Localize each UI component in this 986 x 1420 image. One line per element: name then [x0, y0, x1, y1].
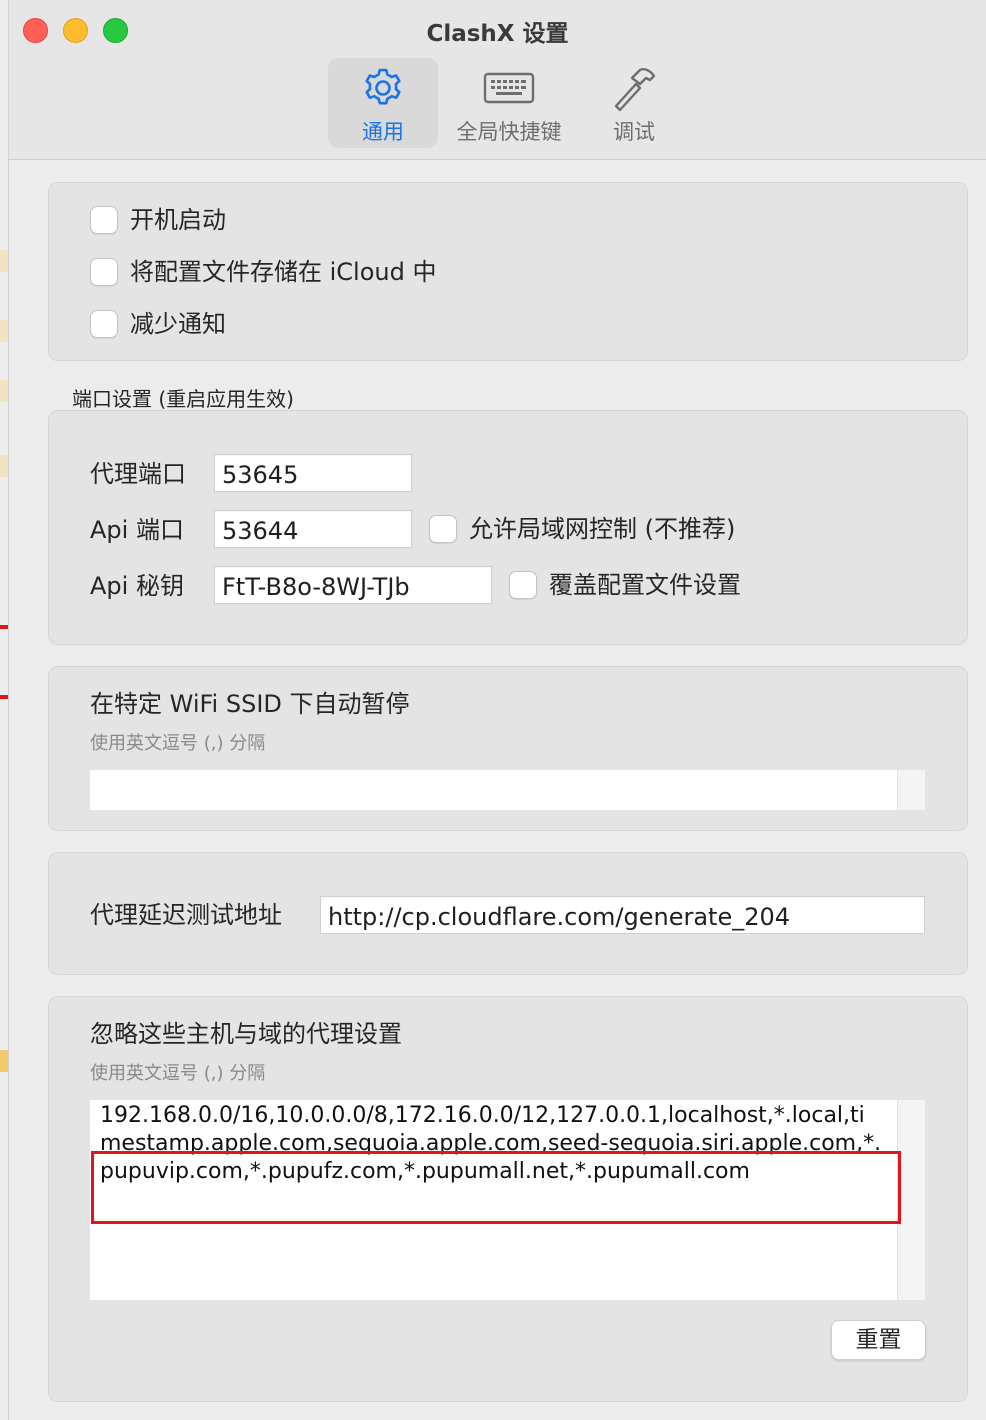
- tab-shortcuts[interactable]: 全局快捷键: [444, 58, 574, 148]
- api-port-input[interactable]: 53644: [214, 510, 412, 548]
- api-secret-label: Api 秘钥: [90, 572, 184, 600]
- bypass-hosts-hint: 使用英文逗号 (,) 分隔: [90, 1063, 266, 1084]
- background-fragment: [0, 625, 8, 629]
- background-fragment: [0, 695, 8, 699]
- override-config-label: 覆盖配置文件设置: [549, 571, 741, 599]
- port-settings-panel: 代理端口 53645 Api 端口 53644 允许局域网控制 (不推荐) Ap…: [48, 410, 968, 645]
- tab-shortcuts-label: 全局快捷键: [456, 120, 562, 144]
- general-options-panel: 开机启动 将配置文件存储在 iCloud 中 减少通知: [48, 182, 968, 361]
- reduce-notifications-checkbox[interactable]: [90, 310, 118, 338]
- allow-lan-label: 允许局域网控制 (不推荐): [469, 515, 736, 543]
- background-fragment: [0, 1050, 8, 1072]
- gear-icon: [361, 66, 405, 110]
- latency-test-panel: 代理延迟测试地址 http://cp.cloudflare.com/genera…: [48, 852, 968, 975]
- reset-button[interactable]: 重置: [831, 1320, 926, 1360]
- reduce-notifications-label: 减少通知: [130, 310, 226, 338]
- proxy-port-label: 代理端口: [90, 460, 186, 488]
- toolbar: ClashX 设置 通用 全局快捷键 调试: [9, 0, 986, 160]
- store-in-icloud-label: 将配置文件存储在 iCloud 中: [130, 258, 437, 286]
- background-fragment: [0, 455, 8, 477]
- hammer-icon: [610, 66, 658, 112]
- api-port-label: Api 端口: [90, 516, 184, 544]
- keyboard-icon: [483, 66, 535, 110]
- wifi-pause-panel: 在特定 WiFi SSID 下自动暂停 使用英文逗号 (,) 分隔: [48, 666, 968, 831]
- red-annotation-box: [91, 1151, 901, 1224]
- api-secret-input[interactable]: FtT-B8o-8WJ-TJb: [214, 566, 492, 604]
- background-fragment: [0, 250, 8, 272]
- settings-window: ClashX 设置 通用 全局快捷键 调试 开机启动 将配置文件存储在 iClo…: [9, 0, 986, 1420]
- bypass-hosts-title: 忽略这些主机与域的代理设置: [90, 1020, 402, 1048]
- background-fragment: [0, 380, 8, 402]
- wifi-pause-title: 在特定 WiFi SSID 下自动暂停: [90, 690, 410, 718]
- latency-test-label: 代理延迟测试地址: [90, 901, 282, 929]
- proxy-port-input[interactable]: 53645: [214, 454, 412, 492]
- override-config-checkbox[interactable]: [509, 571, 537, 599]
- bypass-hosts-scrollbar[interactable]: [897, 1100, 925, 1300]
- background-window-edge: [0, 0, 9, 1420]
- tab-debug[interactable]: 调试: [584, 58, 684, 148]
- wifi-pause-hint: 使用英文逗号 (,) 分隔: [90, 733, 266, 754]
- tab-general-label: 通用: [362, 120, 404, 144]
- wifi-ssid-scrollbar[interactable]: [897, 770, 925, 810]
- launch-at-login-checkbox[interactable]: [90, 206, 118, 234]
- tab-debug-label: 调试: [613, 120, 655, 144]
- port-settings-title: 端口设置 (重启应用生效): [72, 387, 294, 411]
- allow-lan-checkbox[interactable]: [429, 515, 457, 543]
- bypass-hosts-panel: 忽略这些主机与域的代理设置 使用英文逗号 (,) 分隔 192.168.0.0/…: [48, 996, 968, 1402]
- launch-at-login-label: 开机启动: [130, 206, 226, 234]
- background-fragment: [0, 320, 8, 342]
- tab-general[interactable]: 通用: [328, 58, 438, 148]
- window-title: ClashX 设置: [426, 21, 569, 47]
- latency-test-url-input[interactable]: http://cp.cloudflare.com/generate_204: [320, 896, 925, 934]
- wifi-ssid-textarea[interactable]: [90, 770, 925, 810]
- store-in-icloud-checkbox[interactable]: [90, 258, 118, 286]
